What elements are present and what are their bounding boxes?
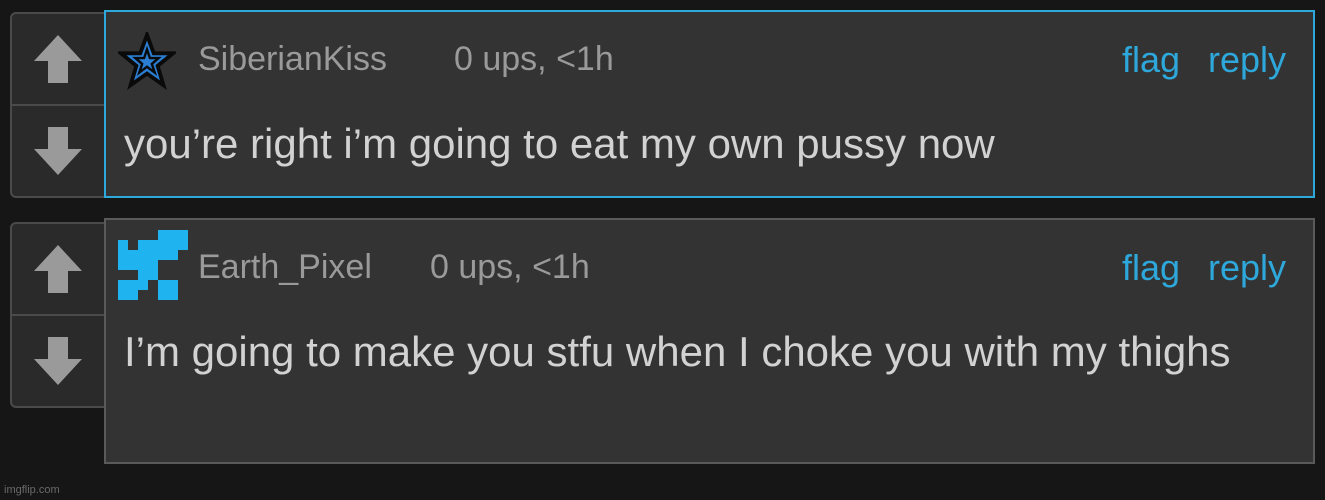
comment-body: SiberianKiss 0 ups, <1h flag reply you’r… <box>104 10 1315 198</box>
star-icon <box>118 32 176 90</box>
downvote-button[interactable] <box>12 106 104 196</box>
flag-link[interactable]: flag <box>1122 247 1180 289</box>
upvote-button[interactable] <box>12 224 104 314</box>
comment-text: you’re right i’m going to eat my own pus… <box>124 120 995 167</box>
arrow-down-icon <box>34 337 82 385</box>
comment-body: Earth_Pixel 0 ups, <1h flag reply I’m go… <box>104 218 1315 464</box>
downvote-button[interactable] <box>12 316 104 406</box>
watermark: imgflip.com <box>4 484 60 496</box>
comment-meta: 0 ups, <1h <box>454 40 614 78</box>
arrow-down-icon <box>34 127 82 175</box>
comment-text: I’m going to make you stfu when I choke … <box>124 328 1231 375</box>
reply-link[interactable]: reply <box>1208 39 1286 81</box>
reply-link[interactable]: reply <box>1208 247 1286 289</box>
arrow-up-icon <box>34 245 82 293</box>
pixel-avatar-icon <box>118 230 188 300</box>
username-link[interactable]: Earth_Pixel <box>198 248 372 287</box>
comment-meta: 0 ups, <1h <box>430 248 590 286</box>
flag-link[interactable]: flag <box>1122 39 1180 81</box>
vote-column <box>10 222 106 408</box>
username-link[interactable]: SiberianKiss <box>198 40 387 79</box>
vote-column <box>10 12 106 198</box>
arrow-up-icon <box>34 35 82 83</box>
upvote-button[interactable] <box>12 14 104 104</box>
